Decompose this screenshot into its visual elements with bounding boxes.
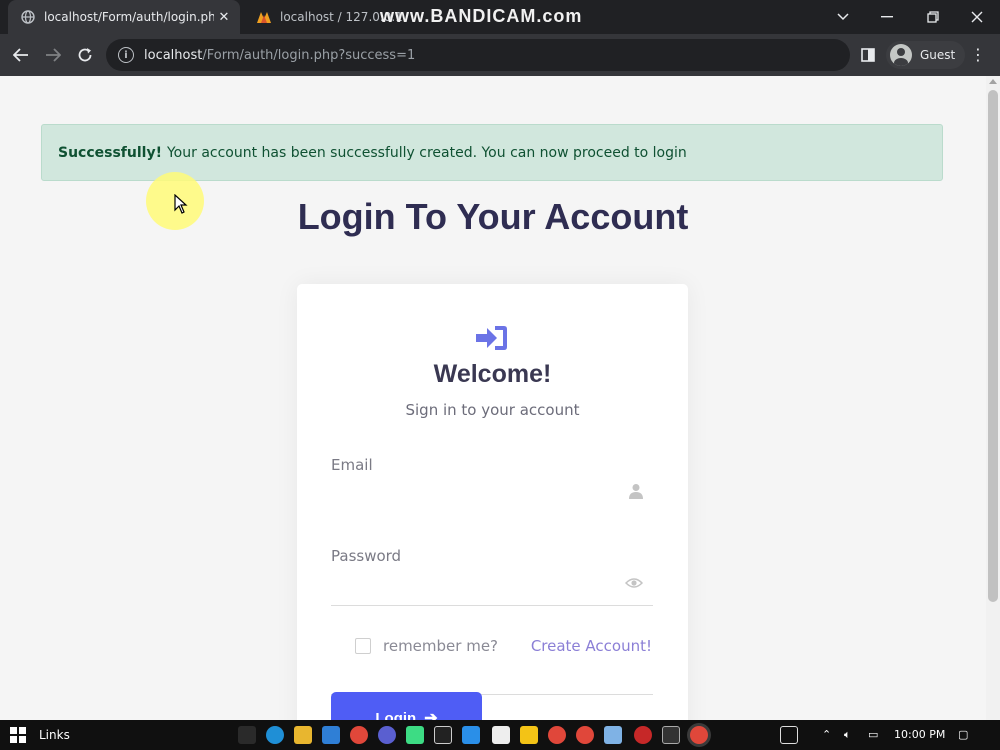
sign-in-icon bbox=[476, 326, 507, 350]
chevron-up-icon[interactable]: ⌃ bbox=[822, 728, 831, 741]
login-card: Welcome! Sign in to your account Email P… bbox=[297, 284, 688, 720]
chrome-active-icon[interactable] bbox=[690, 726, 708, 744]
kebab-menu-icon[interactable]: ⋮ bbox=[968, 45, 988, 65]
remember-checkbox[interactable] bbox=[355, 638, 371, 654]
close-window-icon[interactable] bbox=[954, 0, 1000, 34]
clock[interactable]: 10:00 PM bbox=[894, 728, 945, 741]
tab-search-icon[interactable] bbox=[820, 0, 866, 34]
app-icon[interactable] bbox=[378, 726, 396, 744]
page-scrollbar[interactable] bbox=[986, 76, 1000, 720]
password-field[interactable] bbox=[331, 661, 653, 695]
vscode-icon[interactable] bbox=[462, 726, 480, 744]
edge-icon[interactable] bbox=[266, 726, 284, 744]
chrome-icon-2[interactable] bbox=[548, 726, 566, 744]
profile-label: Guest bbox=[920, 48, 956, 62]
close-tab-icon[interactable]: ✕ bbox=[214, 10, 234, 25]
notepad-icon[interactable] bbox=[492, 726, 510, 744]
chrome-icon-3[interactable] bbox=[576, 726, 594, 744]
links-toolbar-label[interactable]: Links bbox=[39, 728, 70, 742]
email-label: Email bbox=[331, 456, 373, 474]
alert-message: Your account has been successfully creat… bbox=[166, 144, 687, 161]
minimize-icon[interactable] bbox=[864, 0, 910, 34]
login-button[interactable]: Login ➔ bbox=[331, 692, 482, 720]
bandicam-watermark: www.BANDICAM.com bbox=[380, 6, 583, 26]
tab-title: localhost/Form/auth/login.php?s bbox=[44, 10, 214, 24]
forward-button[interactable] bbox=[38, 40, 68, 70]
terminal-icon[interactable] bbox=[662, 726, 680, 744]
password-label: Password bbox=[331, 547, 402, 565]
app-icon-2[interactable] bbox=[604, 726, 622, 744]
reload-button[interactable] bbox=[70, 40, 100, 70]
login-label: Login bbox=[375, 709, 417, 721]
welcome-subtitle: Sign in to your account bbox=[405, 401, 580, 419]
remember-me[interactable]: remember me? bbox=[355, 637, 498, 655]
notification-icon[interactable]: ▢ bbox=[958, 728, 968, 741]
android-studio-icon[interactable] bbox=[406, 726, 424, 744]
sticky-notes-icon[interactable] bbox=[520, 726, 538, 744]
file-explorer-icon[interactable] bbox=[294, 726, 312, 744]
windows-taskbar: Links ⌃ 🔈︎ ▭ 10:00 PM ▢ bbox=[0, 720, 1000, 750]
mail-icon[interactable] bbox=[322, 726, 340, 744]
side-panel-icon[interactable] bbox=[858, 45, 878, 65]
windows-start-icon[interactable] bbox=[10, 727, 26, 743]
remember-label: remember me? bbox=[383, 637, 499, 655]
eye-icon[interactable] bbox=[625, 574, 643, 592]
scroll-up-icon[interactable] bbox=[989, 79, 997, 84]
tab-login[interactable]: localhost/Form/auth/login.php?s ✕ bbox=[8, 0, 240, 34]
volume-icon[interactable]: 🔈︎ bbox=[844, 728, 851, 742]
arrow-right-icon: ➔ bbox=[424, 710, 438, 720]
scrollbar-thumb[interactable] bbox=[988, 90, 998, 602]
site-info-icon[interactable]: i bbox=[118, 47, 134, 63]
url-host: localhost bbox=[144, 47, 203, 63]
phpmyadmin-icon bbox=[256, 9, 272, 25]
user-icon bbox=[629, 484, 643, 499]
profile-button[interactable]: Guest bbox=[886, 41, 966, 69]
restore-icon[interactable] bbox=[910, 0, 956, 34]
browser-tab-bar: localhost/Form/auth/login.php?s ✕ localh… bbox=[0, 0, 1000, 34]
browser-toolbar: i localhost/Form/auth/login.php?success=… bbox=[0, 34, 1000, 76]
news-icon[interactable] bbox=[780, 726, 798, 744]
create-account-link[interactable]: Create Account! bbox=[531, 637, 652, 655]
chrome-icon[interactable] bbox=[350, 726, 368, 744]
globe-icon bbox=[20, 9, 36, 25]
network-icon[interactable]: ▭ bbox=[868, 728, 878, 741]
pycharm-icon[interactable] bbox=[434, 726, 452, 744]
address-bar[interactable]: i localhost/Form/auth/login.php?success=… bbox=[106, 39, 850, 71]
page-viewport: Successfully! Your account has been succ… bbox=[0, 76, 986, 720]
alert-strong: Successfully! bbox=[58, 144, 162, 161]
guest-avatar-icon bbox=[890, 44, 912, 66]
task-view-icon[interactable] bbox=[238, 726, 256, 744]
record-icon[interactable] bbox=[634, 726, 652, 744]
email-field[interactable] bbox=[331, 572, 653, 606]
back-button[interactable] bbox=[6, 40, 36, 70]
url-path: /Form/auth/login.php?success=1 bbox=[202, 47, 416, 63]
page-title: Login To Your Account bbox=[297, 196, 689, 237]
welcome-heading: Welcome! bbox=[433, 360, 552, 388]
